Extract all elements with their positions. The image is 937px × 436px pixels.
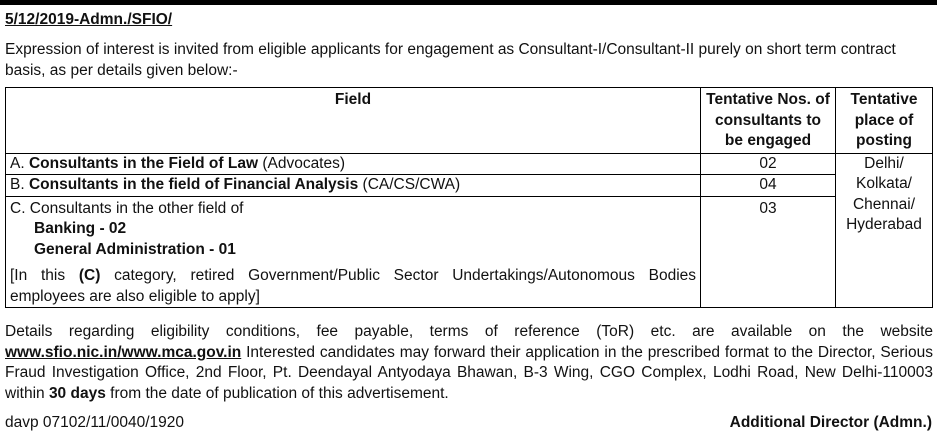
table-row: C. Consultants in the other field of Ban… bbox=[5, 195, 933, 308]
row-a-suffix: (Advocates) bbox=[258, 154, 346, 172]
row-a-prefix: A. bbox=[10, 154, 29, 172]
reference-number: 5/12/2019-Admn./SFIO/ bbox=[5, 11, 173, 28]
place-chennai: Chennai/ bbox=[852, 195, 916, 213]
top-rule bbox=[0, 0, 937, 5]
table-row: B. Consultants in the field of Financial… bbox=[5, 174, 933, 197]
details-text-1: Details regarding eligibility conditions… bbox=[5, 323, 933, 340]
row-a-nos: 02 bbox=[700, 152, 836, 175]
note-post: category, retired Government/Public Sect… bbox=[10, 267, 697, 305]
details-paragraph: Details regarding eligibility conditions… bbox=[5, 322, 933, 404]
place-kolkata: Kolkata/ bbox=[855, 175, 912, 192]
note-category: (C) bbox=[78, 267, 101, 284]
row-c-field: C. Consultants in the other field of Ban… bbox=[5, 195, 701, 308]
intro-paragraph: Expression of interest is invited from e… bbox=[5, 41, 896, 79]
row-c-banking: Banking - 02 bbox=[34, 220, 127, 237]
row-c-general-admin: General Administration - 01 bbox=[34, 240, 236, 258]
deadline-days: 30 days bbox=[48, 384, 106, 402]
note-pre: [In this bbox=[10, 267, 79, 284]
row-a-field: A. Consultants in the Field of Law (Advo… bbox=[5, 152, 701, 175]
row-b-suffix: (CA/CS/CWA) bbox=[358, 176, 461, 193]
davp-code: davp 07102/11/0040/1920 bbox=[5, 414, 184, 431]
posting-place: Delhi/ Kolkata/ Chennai/ Hyderabad bbox=[835, 152, 933, 308]
row-a-title: Consultants in the Field of Law bbox=[28, 154, 259, 172]
header-field: Field bbox=[5, 87, 701, 154]
header-nos: Tentative Nos. of consultants to be enga… bbox=[700, 87, 836, 154]
consultants-table: Field Tentative Nos. of consultants to b… bbox=[5, 87, 933, 308]
row-c-note: [In this (C) category, retired Governmen… bbox=[10, 266, 696, 307]
place-hyderabad: Hyderabad bbox=[846, 216, 922, 233]
website-link[interactable]: www.sfio.nic.in/www.mca.gov.in bbox=[5, 344, 241, 361]
row-c-nos: 03 bbox=[700, 195, 836, 308]
signatory: Additional Director (Admn.) bbox=[729, 414, 932, 431]
row-b-nos: 04 bbox=[700, 174, 836, 197]
row-c-title: C. Consultants in the other field of bbox=[10, 199, 244, 217]
table-row: A. Consultants in the Field of Law (Advo… bbox=[5, 152, 933, 308]
details-text-3: from the date of publication of this adv… bbox=[105, 384, 449, 402]
row-b-prefix: B. bbox=[10, 176, 29, 193]
header-place: Tentative place of posting bbox=[835, 87, 933, 154]
row-b-field: B. Consultants in the field of Financial… bbox=[5, 174, 701, 197]
table-header-row: Field Tentative Nos. of consultants to b… bbox=[5, 87, 933, 154]
row-b-title: Consultants in the field of Financial An… bbox=[28, 176, 359, 193]
place-delhi: Delhi/ bbox=[864, 154, 904, 172]
